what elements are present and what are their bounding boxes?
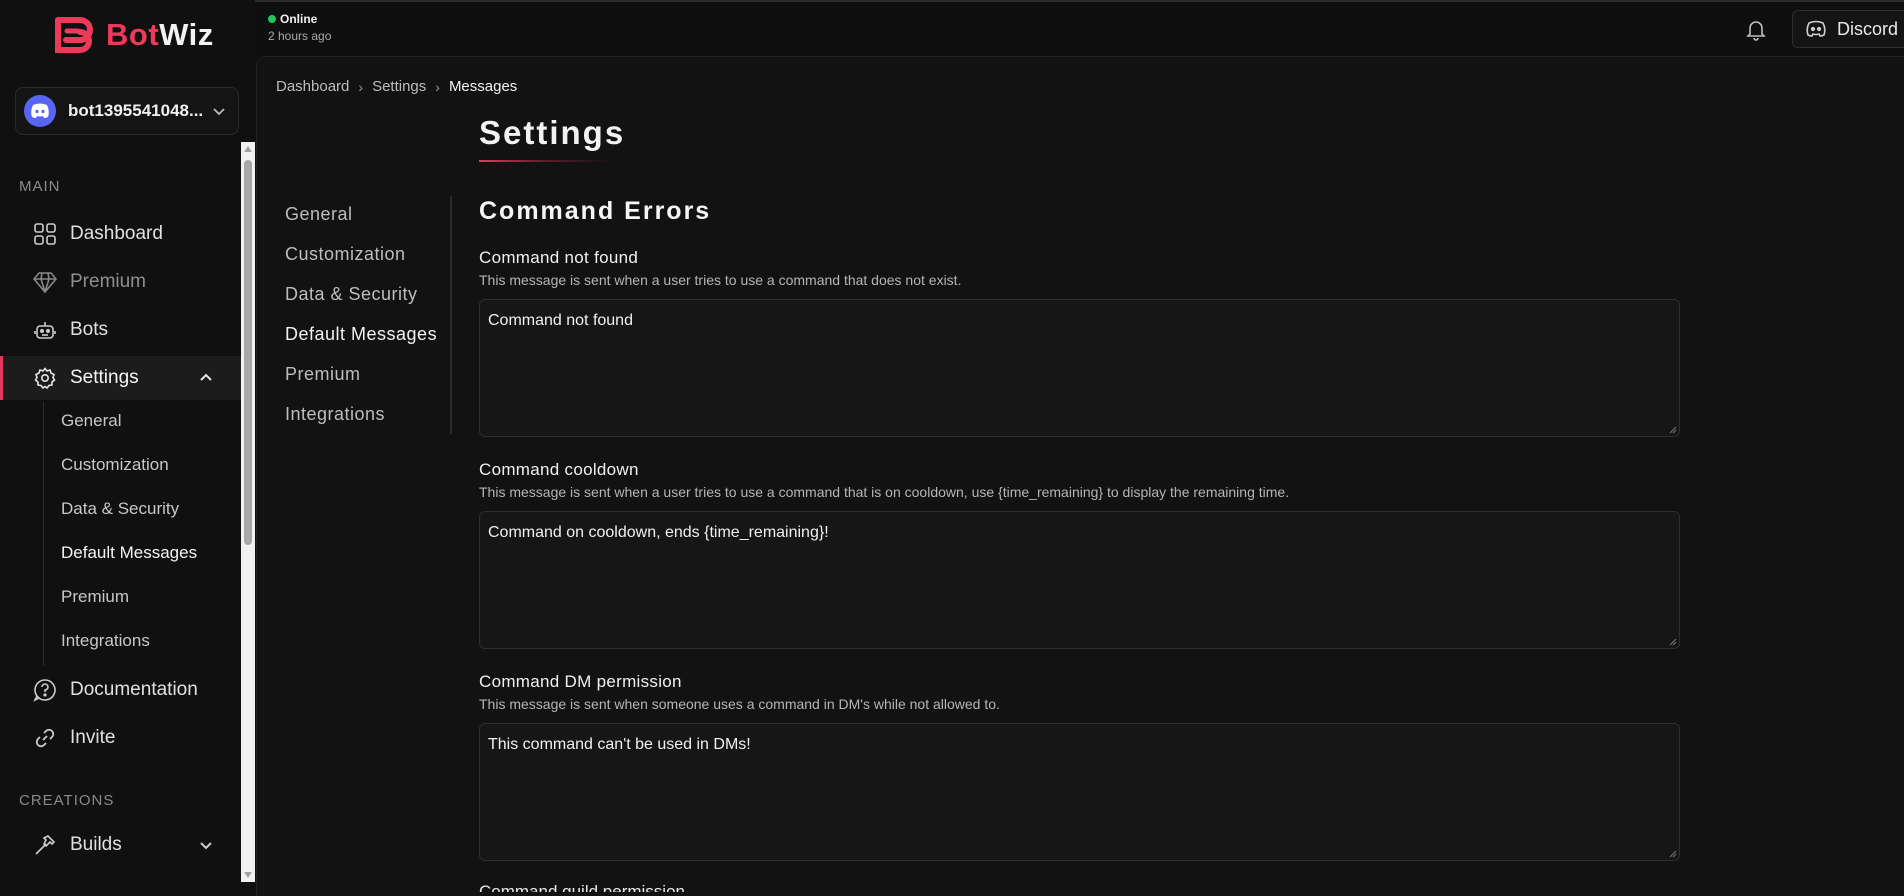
brand-logo[interactable]: BotWiz — [50, 14, 214, 56]
resize-grip-icon[interactable] — [1669, 638, 1677, 646]
sidebar-item-bots[interactable]: Bots — [0, 308, 241, 352]
gear-icon — [33, 366, 57, 390]
sidebar-item-invite[interactable]: Invite — [0, 716, 241, 760]
sidebar-nav: MAIN Dashboard Premium Bots Settings Gen… — [0, 142, 241, 882]
chevron-up-icon[interactable] — [197, 369, 215, 387]
discord-button[interactable]: Discord — [1792, 10, 1904, 48]
sidebar: BotWiz bot1395541048... MAIN Dashboard P… — [0, 0, 255, 892]
botwiz-logo-icon — [55, 17, 93, 53]
page-title: Settings — [479, 114, 626, 151]
robot-icon — [33, 318, 57, 342]
brand-name: BotWiz — [106, 17, 214, 52]
window-top-edge — [0, 0, 1904, 2]
bot-selector[interactable]: bot1395541048... — [15, 87, 239, 135]
subnav-customization[interactable]: Customization — [285, 244, 406, 265]
bot-status: Online 2 hours ago — [268, 12, 331, 43]
field-label-command-dm-permission: Command DM permission — [479, 672, 682, 691]
chevron-down-icon[interactable] — [197, 836, 215, 854]
field-label-command-guild-permission: Command guild permission — [479, 882, 685, 892]
sidebar-subitem-premium[interactable]: Premium — [61, 587, 129, 607]
help-icon — [33, 678, 57, 702]
scroll-up-arrow-icon[interactable] — [244, 146, 252, 152]
field-desc-command-dm-permission: This message is sent when someone uses a… — [479, 696, 1000, 712]
sidebar-item-dashboard[interactable]: Dashboard — [0, 212, 241, 256]
command-dm-permission-textarea[interactable]: This command can't be used in DMs! — [479, 723, 1680, 861]
section-title: Command Errors — [479, 197, 712, 225]
chevron-right-icon: › — [358, 78, 364, 95]
breadcrumb-messages: Messages — [448, 78, 518, 95]
chevron-right-icon: › — [435, 78, 440, 95]
sidebar-scrollbar[interactable] — [241, 142, 255, 882]
bot-name: bot1395541048... — [68, 101, 204, 120]
sidebar-subitem-customization[interactable]: Customization — [61, 455, 169, 475]
title-underline — [479, 160, 611, 162]
resize-grip-icon[interactable] — [1669, 426, 1677, 434]
sidebar-item-builds[interactable]: Builds — [0, 823, 241, 867]
sidebar-item-premium[interactable]: Premium — [0, 260, 241, 304]
status-text: Online — [280, 12, 318, 26]
field-desc-command-not-found: This message is sent when a user tries t… — [479, 272, 962, 288]
breadcrumb-settings[interactable]: Settings — [372, 78, 426, 95]
subnav-general[interactable]: General — [285, 204, 353, 225]
sidebar-subitem-default-messages[interactable]: Default Messages — [61, 543, 197, 563]
scroll-down-arrow-icon[interactable] — [244, 872, 252, 878]
hammer-icon — [33, 833, 57, 857]
subnav-divider — [450, 196, 452, 434]
command-not-found-textarea[interactable]: Command not found — [479, 299, 1680, 437]
command-cooldown-textarea[interactable]: Command on cooldown, ends {time_remainin… — [479, 511, 1680, 649]
sidebar-subitem-integrations[interactable]: Integrations — [61, 631, 150, 651]
grid-icon — [33, 222, 57, 246]
bell-icon[interactable] — [1744, 17, 1768, 41]
section-label-creations: CREATIONS — [19, 792, 115, 809]
sidebar-item-documentation[interactable]: Documentation — [0, 668, 241, 712]
field-label-command-cooldown: Command cooldown — [479, 460, 639, 479]
link-icon — [33, 726, 57, 750]
last-seen: 2 hours ago — [268, 29, 332, 43]
field-label-command-not-found: Command not found — [479, 248, 639, 267]
textarea-value: Command not found — [488, 312, 633, 329]
scrollbar-thumb[interactable] — [244, 160, 252, 545]
subnav-premium[interactable]: Premium — [285, 364, 361, 385]
chevron-down-icon — [213, 108, 225, 116]
subnav-integrations[interactable]: Integrations — [285, 404, 385, 425]
field-desc-command-cooldown: This message is sent when a user tries t… — [479, 484, 1290, 500]
sidebar-subitem-data-security[interactable]: Data & Security — [61, 499, 179, 519]
sidebar-subitem-general[interactable]: General — [61, 411, 121, 431]
submenu-line — [43, 402, 44, 666]
diamond-icon — [33, 270, 57, 294]
resize-grip-icon[interactable] — [1669, 850, 1677, 858]
textarea-value: Command on cooldown, ends {time_remainin… — [488, 524, 829, 541]
sidebar-item-settings[interactable]: Settings — [0, 356, 241, 400]
breadcrumb: Dashboard › Settings › Messages — [276, 78, 517, 95]
online-dot-icon — [268, 15, 276, 23]
subnav-default-messages[interactable]: Default Messages — [285, 324, 437, 345]
subnav-data-security[interactable]: Data & Security — [285, 284, 418, 305]
breadcrumb-dashboard[interactable]: Dashboard — [276, 78, 349, 95]
discord-icon — [1806, 20, 1826, 37]
textarea-value: This command can't be used in DMs! — [488, 736, 751, 753]
section-label-main: MAIN — [19, 178, 61, 195]
discord-avatar-icon — [24, 95, 56, 127]
